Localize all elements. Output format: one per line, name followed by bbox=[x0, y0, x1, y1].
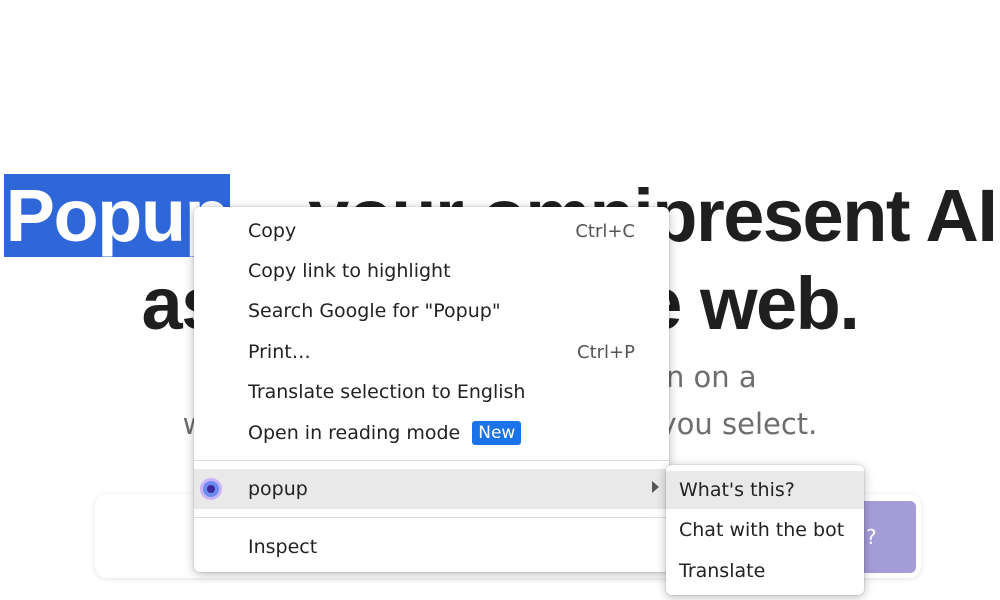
menu-item-label: Translate selection to English bbox=[248, 381, 526, 403]
menu-item-label: Copy link to highlight bbox=[248, 260, 451, 282]
submenu-item-whats-this[interactable]: What's this? bbox=[666, 471, 864, 509]
submenu-item-translate[interactable]: Translate bbox=[666, 552, 864, 590]
menu-item-copy-link-to-highlight[interactable]: Copy link to highlight bbox=[194, 251, 669, 291]
submenu-arrow-icon bbox=[652, 481, 659, 493]
menu-separator bbox=[194, 460, 669, 461]
menu-item-shortcut: Ctrl+C bbox=[575, 220, 635, 242]
menu-item-label-wrap: Open in reading mode New bbox=[248, 421, 522, 445]
menu-item-label: Print… bbox=[248, 341, 311, 363]
menu-item-print[interactable]: Print… Ctrl+P bbox=[194, 332, 669, 372]
menu-item-popup-extension[interactable]: popup bbox=[194, 469, 669, 509]
context-menu: Copy Ctrl+C Copy link to highlight Searc… bbox=[194, 207, 669, 572]
menu-item-search-google[interactable]: Search Google for "Popup" bbox=[194, 291, 669, 331]
menu-item-copy[interactable]: Copy Ctrl+C bbox=[194, 211, 669, 251]
menu-item-open-in-reading-mode[interactable]: Open in reading mode New bbox=[194, 413, 669, 453]
menu-item-label: Copy bbox=[248, 220, 297, 242]
menu-item-label: Search Google for "Popup" bbox=[248, 300, 501, 322]
menu-item-translate-selection[interactable]: Translate selection to English bbox=[194, 372, 669, 412]
menu-item-label: Inspect bbox=[248, 536, 318, 558]
popup-extension-icon bbox=[200, 478, 222, 500]
menu-item-label: popup bbox=[248, 478, 308, 500]
submenu-item-chat-with-the-bot[interactable]: Chat with the bot bbox=[666, 511, 864, 549]
new-badge: New bbox=[472, 421, 522, 445]
menu-item-label: Open in reading mode bbox=[248, 422, 461, 444]
menu-item-inspect[interactable]: Inspect bbox=[194, 527, 669, 567]
menu-separator bbox=[194, 517, 669, 518]
menu-item-shortcut: Ctrl+P bbox=[577, 341, 635, 363]
popup-submenu: What's this? Chat with the bot Translate bbox=[666, 465, 864, 595]
